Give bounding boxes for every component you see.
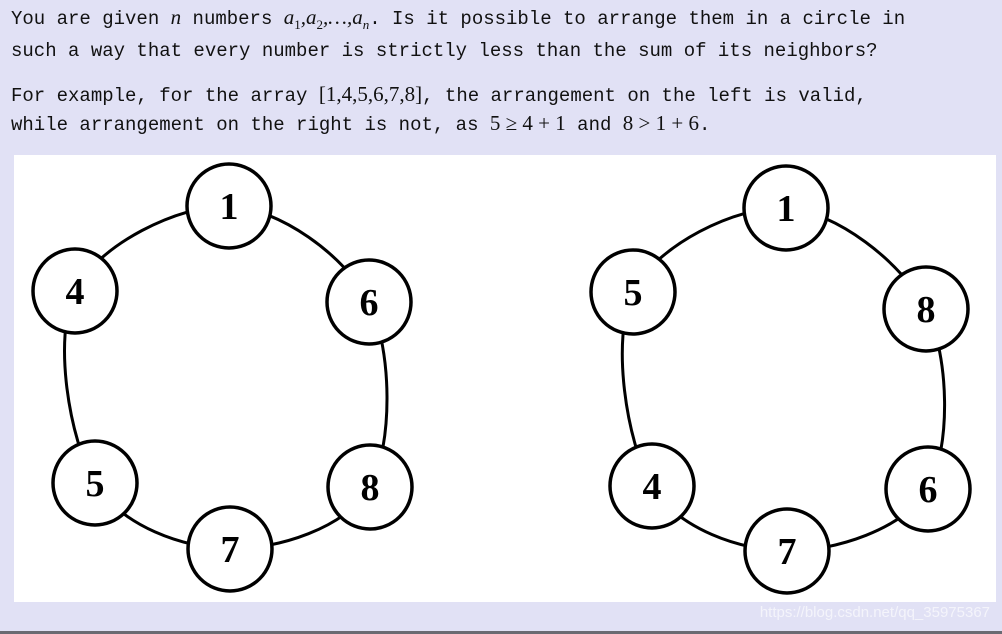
math-inequality: 8 > 1 + 6 (622, 111, 699, 135)
text: You are given (11, 8, 171, 30)
math-array: [1,4,5,6,7,8] (318, 82, 423, 106)
math-n: n (170, 5, 182, 29)
left-node-label: 6 (360, 282, 379, 324)
math-inequality: 5 ≥ 4 + 1 (489, 111, 566, 135)
problem-statement: You are given n numbers a1,a2,…,an. Is i… (11, 4, 905, 65)
right-node-label: 7 (778, 531, 797, 573)
right-node-label: 1 (777, 188, 796, 230)
text: while arrangement on the right is not, a… (11, 114, 490, 136)
right-node-label: 5 (624, 272, 643, 314)
left-node-label: 8 (361, 467, 380, 509)
right-node-label: 6 (919, 469, 938, 511)
right-node-label: 4 (643, 466, 662, 508)
text: . (698, 114, 711, 136)
example-statement: For example, for the array [1,4,5,6,7,8]… (11, 81, 867, 139)
left-node-label: 7 (221, 529, 240, 571)
text: numbers (181, 8, 284, 30)
text: For example, for the array (11, 85, 319, 107)
text: such a way that every number is strictly… (11, 40, 878, 63)
circle-arrangement-figure: 1 6 8 7 5 4 1 8 6 7 4 5 (14, 155, 996, 602)
left-node-label: 5 (86, 463, 105, 505)
left-node-label: 4 (66, 271, 85, 313)
left-node-label: 1 (220, 186, 239, 228)
text: , the arrangement on the left is valid, (422, 85, 867, 107)
text: and (565, 114, 623, 136)
text: . Is it possible to arrange them in a ci… (369, 8, 906, 30)
figure-svg: 1 6 8 7 5 4 1 8 6 7 4 5 (31, 162, 972, 595)
right-node-label: 8 (917, 289, 936, 331)
watermark: https://blog.csdn.net/qq_35975367 (759, 604, 990, 621)
math-sequence: a1,a2,…,an (283, 5, 370, 33)
